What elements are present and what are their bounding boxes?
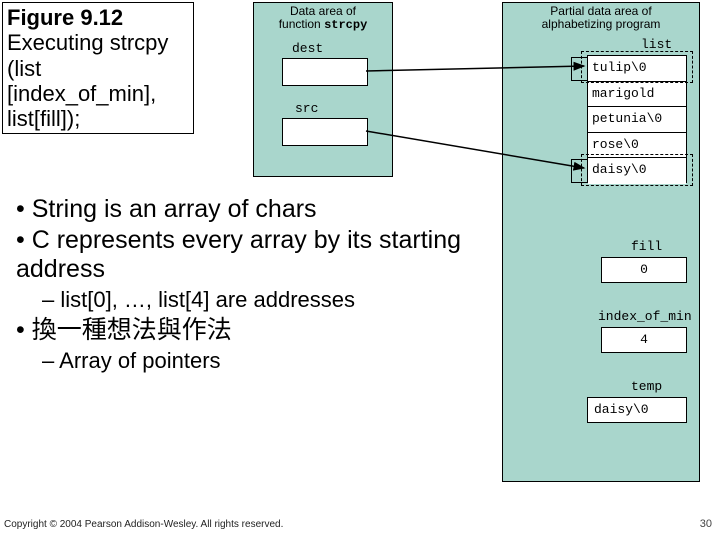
title-line: Partial data area of <box>550 4 651 18</box>
src-box <box>282 118 368 146</box>
list-label: list <box>641 37 672 52</box>
bullet-text: Array of pointers <box>59 348 220 373</box>
figure-label: Figure 9.12 <box>7 5 123 30</box>
title-line: alphabetizing program <box>542 17 661 31</box>
dest-label: dest <box>292 41 323 56</box>
list-item: petunia\0 <box>588 107 686 133</box>
list-array: tulip\0 marigold petunia\0 rose\0 daisy\… <box>587 55 687 183</box>
bracket-icon <box>571 159 587 183</box>
panel-title: Partial data area of alphabetizing progr… <box>503 3 699 33</box>
strcpy-data-area: Data area of function strcpy dest src <box>253 2 393 177</box>
src-label: src <box>295 101 318 116</box>
list-item: tulip\0 <box>588 56 686 82</box>
temp-label: temp <box>631 379 662 394</box>
fill-label: fill <box>631 239 662 254</box>
fill-box: 0 <box>601 257 687 283</box>
alpha-data-area: Partial data area of alphabetizing progr… <box>502 2 700 482</box>
bracket-icon <box>571 57 587 81</box>
temp-box: daisy\0 <box>587 397 687 423</box>
index-of-min-box: 4 <box>601 327 687 353</box>
title-mono: strcpy <box>324 18 367 32</box>
slide-number: 30 <box>700 518 712 530</box>
memory-diagram: Data area of function strcpy dest src Pa… <box>210 0 720 540</box>
title-line: Data area of <box>290 4 356 18</box>
list-item: marigold <box>588 82 686 108</box>
dest-box <box>282 58 368 86</box>
index-of-min-label: index_of_min <box>598 309 692 324</box>
panel-title: Data area of function strcpy <box>254 3 392 34</box>
figure-text: Executing strcpy (list [index_of_min], l… <box>7 30 168 131</box>
bullet-text: 換一種想法與作法 <box>32 316 232 344</box>
figure-caption: Figure 9.12 Executing strcpy (list [inde… <box>2 2 194 134</box>
list-item: daisy\0 <box>588 158 686 184</box>
list-item: rose\0 <box>588 133 686 159</box>
title-line: function <box>279 17 321 31</box>
copyright-text: Copyright © 2004 Pearson Addison-Wesley.… <box>4 519 283 530</box>
